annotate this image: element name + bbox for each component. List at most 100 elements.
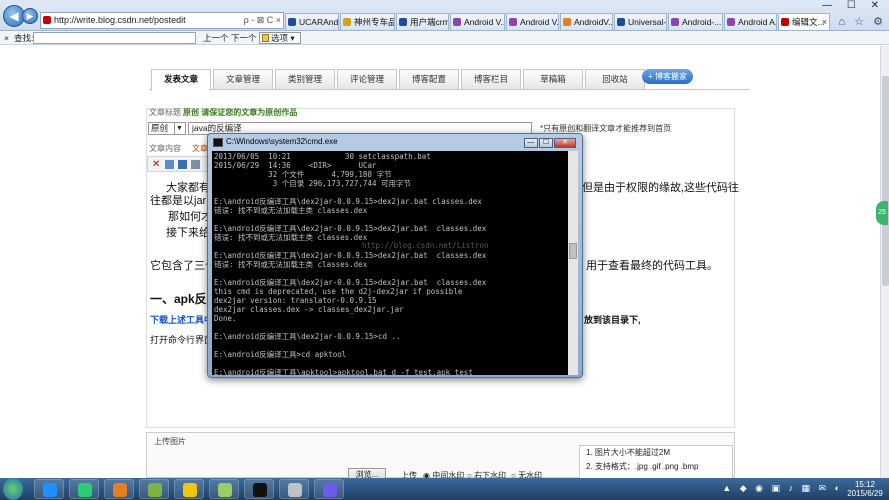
browser-tab[interactable]: Android A...	[724, 13, 777, 30]
console-line: E:\android反编译工具\dex2jar-0.0.9.15>dex2jar…	[214, 224, 487, 233]
taskbar-app[interactable]	[209, 479, 239, 499]
explorer-icon	[183, 483, 197, 497]
console-line: 3 个目录 296,173,727,744 可用字节	[214, 179, 411, 188]
nav-tab[interactable]: 博客栏目	[461, 69, 521, 89]
tab-label: 编辑文...	[792, 17, 825, 27]
nav-tab[interactable]: 回收站	[585, 69, 645, 89]
find-input[interactable]	[33, 32, 196, 44]
side-badge[interactable]: 25	[876, 201, 888, 225]
taskbar-app[interactable]	[244, 479, 274, 499]
paragraph-3: 接下来给	[166, 227, 210, 239]
tool-icon	[288, 483, 302, 497]
console-line: dex2jar version: translator-0.0.9.15	[214, 296, 377, 305]
find-options-button[interactable]: 选项 ▾	[259, 32, 301, 44]
system-tray[interactable]: ▲ ◆ ◉ ▣ ♪ ▦ ✉ ◐	[722, 483, 843, 494]
nav-tab[interactable]: 发表文章	[151, 69, 211, 91]
cmd-console[interactable]: 2013/06/05 10:21 30 setclasspath.bat 2015…	[212, 151, 570, 375]
taskbar: ▲ ◆ ◉ ▣ ♪ ▦ ✉ ◐ 15:12 2015/6/29	[0, 478, 889, 500]
cut-icon[interactable]: ✕	[152, 160, 161, 170]
toolbar-icons[interactable]: ⌂ ☆ ⚙	[839, 15, 886, 28]
browser-tab[interactable]: 神州专车品...	[340, 13, 395, 30]
browser-tab[interactable]: Android V...	[450, 13, 505, 30]
console-line: E:\android反编译工具\apktool>apktool.bat d -f…	[214, 368, 473, 375]
browser-tab[interactable]: AndroidV...	[560, 13, 613, 30]
browser-tab[interactable]: 编辑文... ×	[778, 13, 830, 30]
browser-tab[interactable]: UCARAndr...	[285, 13, 339, 30]
console-line: 错误: 找不到或无法加载主类 classes.dex	[214, 233, 368, 242]
taskbar-app[interactable]	[104, 479, 134, 499]
console-line: Done.	[214, 314, 237, 323]
console-line: E:\android反编译工具>cd apktool	[214, 350, 347, 359]
title-label: 文章标题	[149, 108, 181, 117]
console-line: E:\android反编译工具\dex2jar-0.0.9.15>cd ..	[214, 332, 401, 341]
console-line: 错误: 找不到或无法加载主类 classes.dex	[214, 206, 368, 215]
cmd-scroll-thumb[interactable]	[569, 243, 577, 259]
find-next-button[interactable]: 下一个	[231, 31, 257, 45]
tab-label: Android V...	[464, 17, 505, 27]
address-actions[interactable]: ρ - ⊠ C ×	[244, 13, 281, 28]
address-text: http://write.blog.csdn.net/postedit	[54, 15, 186, 25]
upload-section: 上传图片 浏览... 上传 ◉ 中间水印 ○ 右下水印 ○ 无水印 1. 图片大…	[146, 432, 735, 483]
browser-tab[interactable]: Universal-...	[614, 13, 667, 30]
forward-button[interactable]: ▶	[22, 8, 38, 24]
watermark-text: http://blog.csdn.net/Listron	[362, 241, 489, 250]
browser-tab[interactable]: Android-...	[668, 13, 723, 30]
chevron-down-icon: ▼	[174, 123, 184, 134]
tab-label: Universal-...	[628, 17, 667, 27]
cmd-window-controls: — ☐ ✕	[523, 136, 576, 148]
minimize-button[interactable]: —	[524, 138, 538, 148]
taskbar-app[interactable]	[279, 479, 309, 499]
paragraph-1-right: 但是由于权限的缘故,这些代码往	[582, 182, 740, 194]
start-button[interactable]	[3, 478, 23, 500]
clock[interactable]: 15:12 2015/6/29	[844, 480, 886, 498]
upload-rule-size: 1. 图片大小不能超过2M	[586, 448, 671, 457]
nav-tab[interactable]: 草稿箱	[523, 69, 583, 89]
paste-text-icon[interactable]	[191, 160, 200, 169]
tab-label: AndroidV...	[574, 17, 613, 27]
tab-favicon-icon	[453, 18, 461, 26]
cmd-title: C:\Windows\system32\cmd.exe	[226, 137, 338, 146]
cmd-instruction: 打开命令行界面	[150, 335, 214, 345]
blog-move-button[interactable]: + 博客搬家	[642, 69, 693, 84]
type-select[interactable]: 原创 ▼	[148, 122, 186, 135]
console-line: 2013/06/05 10:21 30 setclasspath.bat	[214, 152, 431, 161]
console-line: E:\android反编译工具\dex2jar-0.0.9.15>dex2jar…	[214, 251, 487, 260]
tab-favicon-icon	[727, 18, 735, 26]
tab-favicon-icon	[563, 18, 571, 26]
paragraph-2: 那如何才	[168, 211, 212, 223]
find-prev-button[interactable]: 上一个	[203, 31, 229, 45]
android-studio-icon	[148, 483, 162, 497]
console-line: 32 个文件 4,799,188 字节	[214, 170, 392, 179]
scroll-thumb[interactable]	[882, 76, 889, 286]
browser-tab[interactable]: Android V...	[506, 13, 559, 30]
nav-tab[interactable]: 类别管理	[275, 69, 335, 89]
clock-time: 15:12	[854, 480, 876, 489]
taskbar-app[interactable]	[34, 479, 64, 499]
taskbar-app[interactable]	[69, 479, 99, 499]
tab-label: Android-...	[682, 17, 722, 27]
cmd-scrollbar[interactable]	[568, 151, 578, 375]
tab-favicon-icon	[617, 18, 625, 26]
console-line: 2015/06/29 14:36 <DIR> UCar	[214, 161, 377, 170]
taskbar-app[interactable]	[314, 479, 344, 499]
browser-toolbar: ◀ ▶ http://write.blog.csdn.net/postedit …	[0, 0, 889, 31]
ie-icon	[43, 483, 57, 497]
paste-icon[interactable]	[178, 160, 187, 169]
maximize-button[interactable]: ☐	[539, 138, 553, 148]
taskbar-app[interactable]	[174, 479, 204, 499]
address-bar[interactable]: http://write.blog.csdn.net/postedit ρ - …	[40, 12, 284, 29]
browser-tab[interactable]: 用户端crm...	[396, 13, 449, 30]
find-close-icon[interactable]: ×	[4, 31, 9, 45]
nav-tab[interactable]: 文章管理	[213, 69, 273, 89]
tab-close-icon[interactable]: ×	[822, 14, 827, 30]
nav-tab[interactable]: 评论管理	[337, 69, 397, 89]
close-button[interactable]: ✕	[554, 138, 576, 148]
cmd-window[interactable]: C:\Windows\system32\cmd.exe — ☐ ✕ 2013/06/…	[207, 133, 583, 378]
copy-icon[interactable]	[165, 160, 174, 169]
android-icon	[218, 483, 232, 497]
nav-tab[interactable]: 博客配置	[399, 69, 459, 89]
page-scrollbar[interactable]	[880, 46, 889, 478]
window-controls[interactable]: — ☐ ✕	[822, 0, 885, 11]
taskbar-app[interactable]	[139, 479, 169, 499]
find-options-label: 选项 ▾	[271, 33, 295, 43]
